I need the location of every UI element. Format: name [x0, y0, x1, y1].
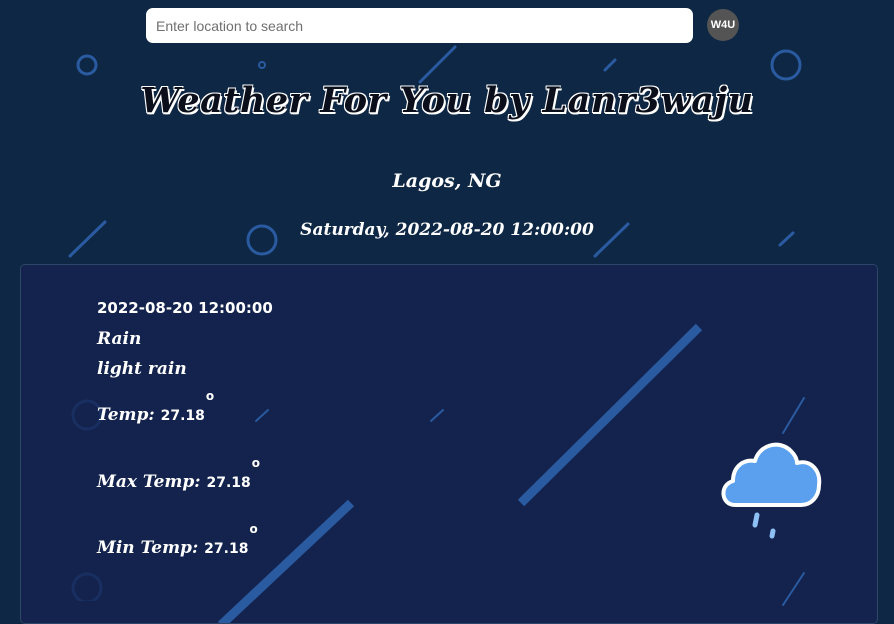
search-input[interactable] — [146, 8, 693, 43]
degree-symbol: o — [251, 456, 261, 470]
temp-label: Temp: — [97, 405, 155, 425]
max-temp-value: 27.18 — [206, 475, 251, 491]
min-temp-label: Min Temp: — [97, 538, 199, 558]
weather-main: Rain — [97, 329, 142, 349]
top-bar: W4U — [0, 0, 894, 50]
max-temp-stat: Max Temp: 27.18o — [97, 456, 260, 492]
temp-value: 27.18 — [160, 408, 205, 424]
min-temp-value: 27.18 — [204, 541, 249, 557]
degree-symbol: o — [205, 389, 215, 403]
forecast-card: 2022-08-20 12:00:00 Rain light rain Temp… — [20, 264, 878, 624]
page-title: Weather For You by Lanr3waju — [140, 80, 754, 121]
forecast-date: 2022-08-20 12:00:00 — [97, 299, 273, 317]
rain-cloud-icon — [721, 442, 822, 539]
app-logo-avatar[interactable]: W4U — [707, 9, 739, 41]
location-label: Lagos, NG — [392, 170, 502, 192]
min-temp-stat: Min Temp: 27.18o — [97, 522, 258, 558]
temp-stat: Temp: 27.18o — [97, 389, 214, 425]
current-datetime: Saturday, 2022-08-20 12:00:00 — [300, 220, 594, 240]
degree-symbol: o — [249, 522, 258, 536]
max-temp-label: Max Temp: — [97, 472, 201, 492]
weather-description: light rain — [97, 359, 187, 379]
